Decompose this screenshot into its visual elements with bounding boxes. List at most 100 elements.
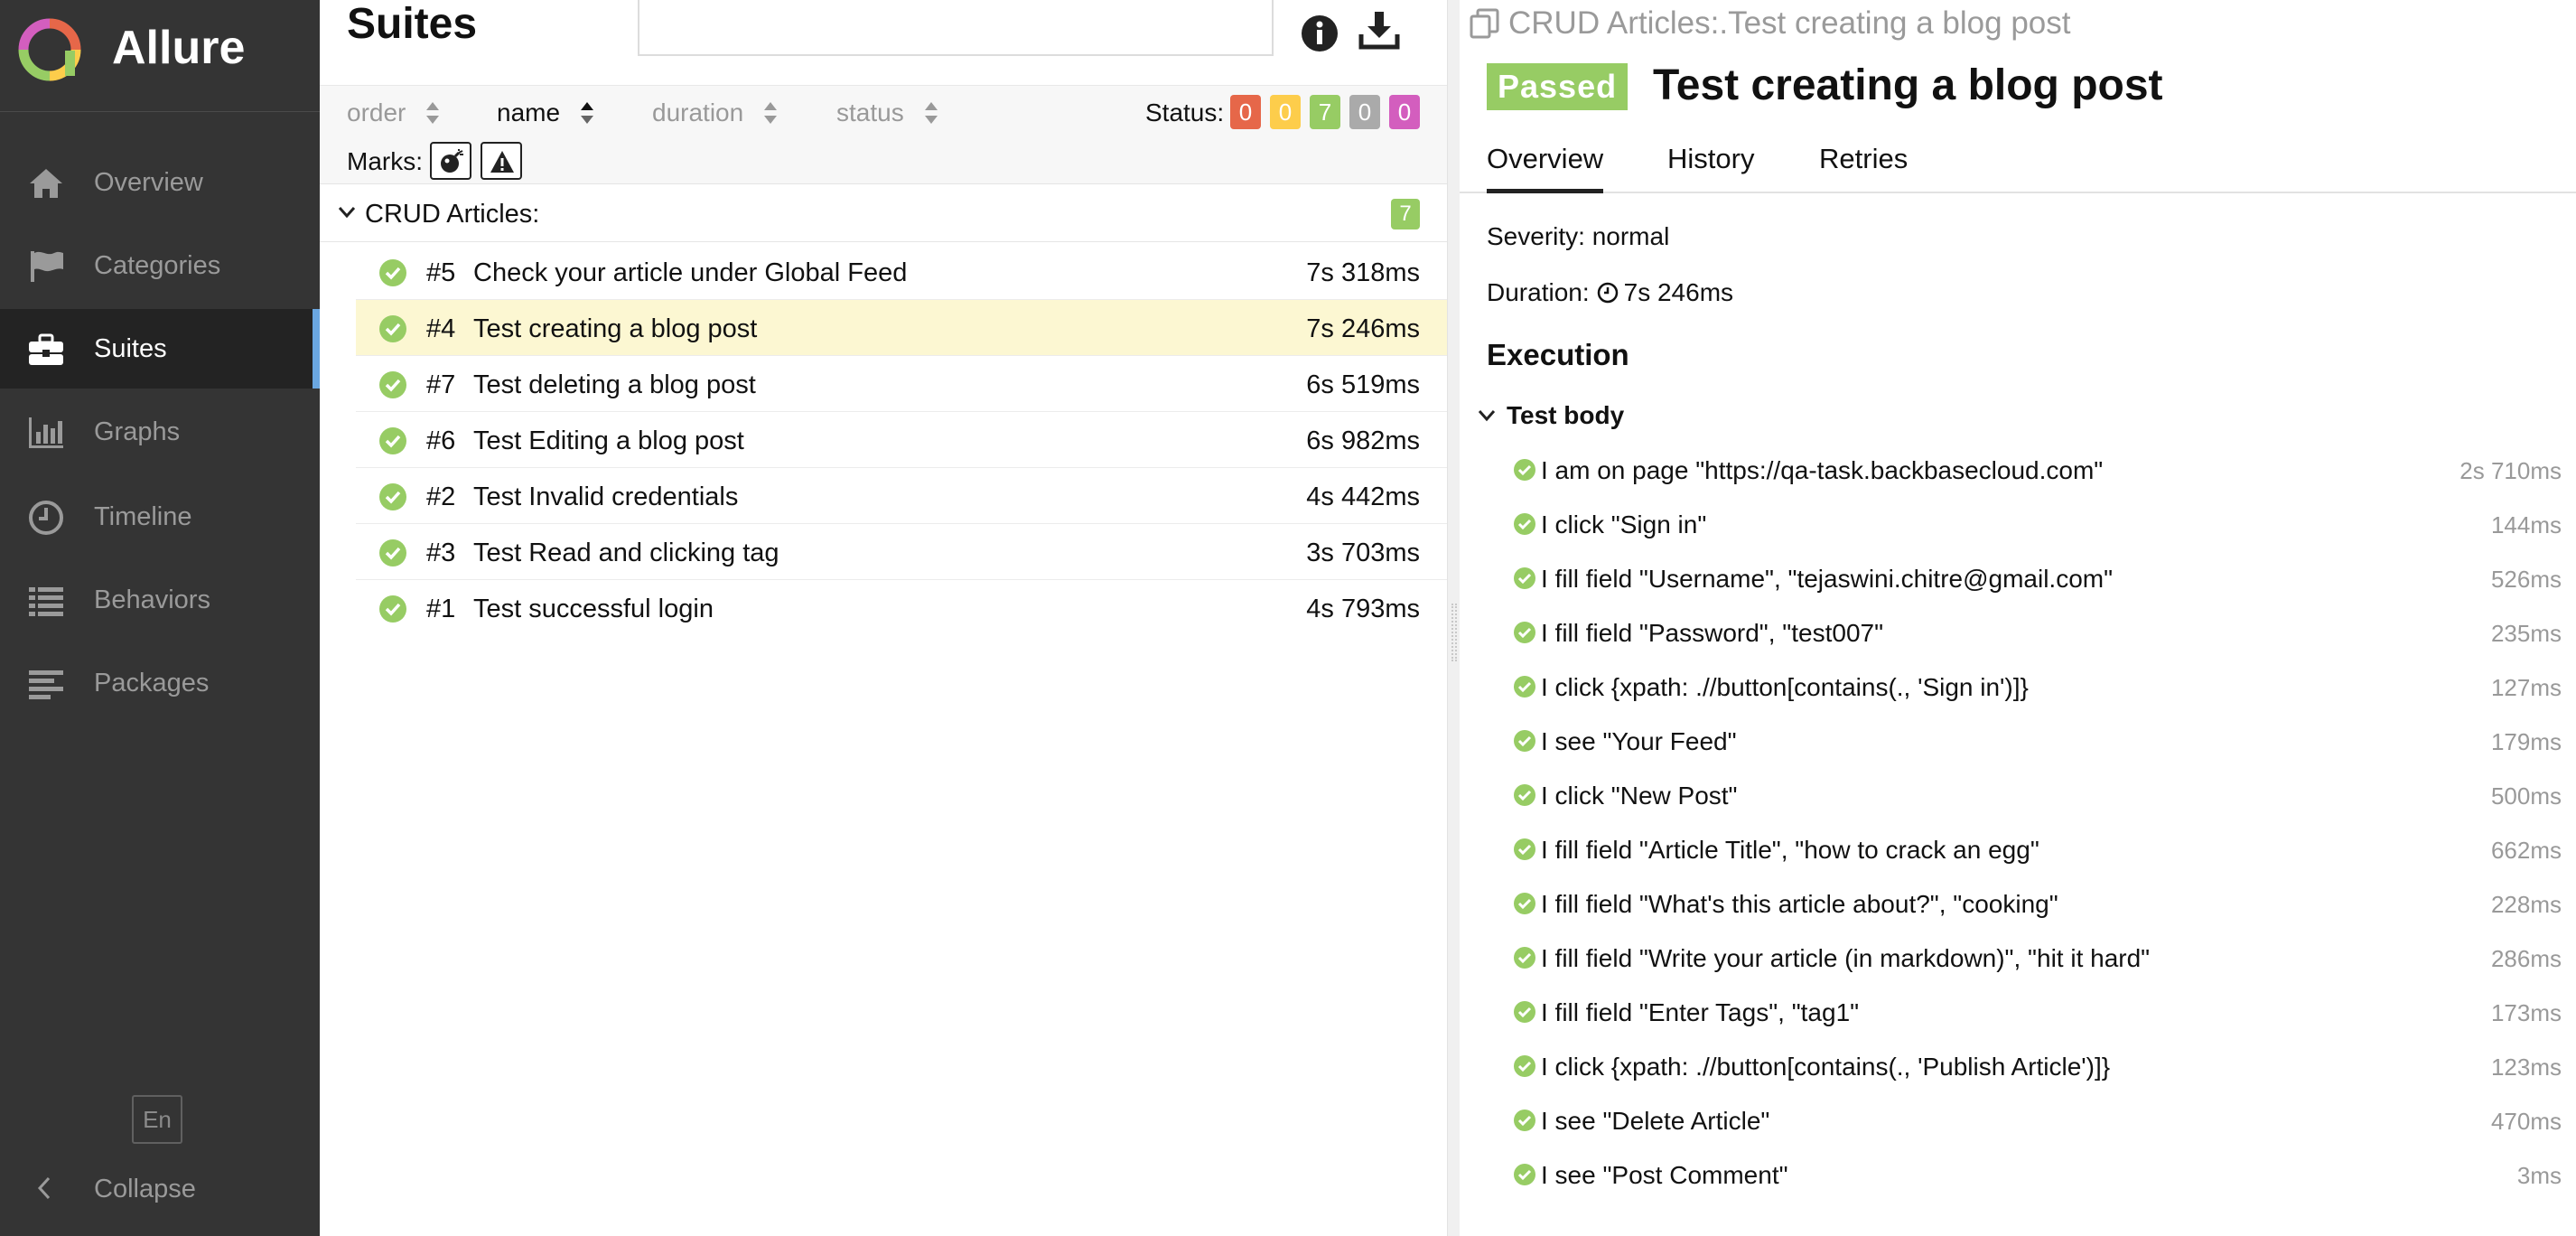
status-passed-toggle[interactable]: 7 bbox=[1310, 95, 1340, 129]
test-row[interactable]: #1 Test successful login 4s 793ms bbox=[356, 580, 1447, 636]
step-text: I click {xpath: .//button[contains(., 'S… bbox=[1541, 673, 2029, 701]
test-row-duration: 7s 318ms bbox=[1306, 258, 1420, 287]
sort-duration-label: duration bbox=[652, 98, 744, 126]
sort-duration[interactable]: duration bbox=[652, 95, 778, 131]
tab-retries[interactable]: Retries bbox=[1819, 141, 1908, 193]
info-icon[interactable] bbox=[1299, 13, 1340, 54]
home-icon bbox=[30, 169, 62, 198]
test-row-number: #5 bbox=[426, 258, 456, 287]
sort-icon bbox=[924, 102, 938, 124]
test-row[interactable]: #5 Check your article under Global Feed … bbox=[356, 244, 1447, 300]
download-icon[interactable] bbox=[1358, 9, 1400, 51]
step-row[interactable]: I see "Post Comment" 3ms bbox=[1514, 1149, 2562, 1203]
warning-icon bbox=[490, 151, 514, 173]
test-body-toggle[interactable]: Test body bbox=[1478, 399, 1624, 432]
new-failed-mark-toggle[interactable] bbox=[481, 142, 522, 180]
sidebar-item-label: Categories bbox=[94, 251, 221, 280]
sidebar-item-overview[interactable]: Overview bbox=[0, 143, 320, 222]
sidebar-item-label: Overview bbox=[94, 168, 203, 197]
step-row[interactable]: I click "New Post" 500ms bbox=[1514, 770, 2562, 824]
step-row[interactable]: I fill field "Enter Tags", "tag1" 173ms bbox=[1514, 987, 2562, 1041]
step-row[interactable]: I fill field "Username", "tejaswini.chit… bbox=[1514, 553, 2562, 607]
step-row[interactable]: I am on page "https://qa-task.backbasecl… bbox=[1514, 445, 2562, 499]
tab-overview[interactable]: Overview bbox=[1487, 141, 1604, 193]
step-row[interactable]: I see "Your Feed" 179ms bbox=[1514, 716, 2562, 770]
sidebar-item-timeline[interactable]: Timeline bbox=[0, 477, 320, 557]
sidebar-item-categories[interactable]: Categories bbox=[0, 226, 320, 305]
sidebar-item-label: Behaviors bbox=[94, 585, 210, 614]
language-switcher[interactable]: En bbox=[132, 1095, 182, 1144]
test-row-selected[interactable]: #4 Test creating a blog post 7s 246ms bbox=[356, 300, 1447, 356]
duration-label: Duration: bbox=[1487, 278, 1590, 306]
collapse-label: Collapse bbox=[94, 1175, 196, 1203]
execution-heading: Execution bbox=[1487, 338, 1629, 371]
check-circle-icon bbox=[379, 595, 406, 623]
sidebar: Allure Overview Categories Suites Graphs… bbox=[0, 0, 320, 1236]
sidebar-item-label: Timeline bbox=[94, 502, 192, 531]
step-row[interactable]: I fill field "What's this article about?… bbox=[1514, 878, 2562, 932]
step-duration: 179ms bbox=[2490, 728, 2562, 755]
duration-value: 7s 246ms bbox=[1623, 278, 1734, 306]
status-broken-toggle[interactable]: 0 bbox=[1270, 95, 1301, 129]
page-title: Suites bbox=[347, 0, 478, 48]
sidebar-item-packages[interactable]: Packages bbox=[0, 643, 320, 723]
sort-order-label: order bbox=[347, 98, 406, 126]
test-row[interactable]: #6 Test Editing a blog post 6s 982ms bbox=[356, 412, 1447, 468]
test-row-duration: 6s 982ms bbox=[1306, 426, 1420, 455]
search-input[interactable] bbox=[638, 0, 1274, 56]
status-failed-toggle[interactable]: 0 bbox=[1230, 95, 1261, 129]
check-circle-icon bbox=[379, 427, 406, 454]
detail-tabs: Overview History Retries bbox=[1460, 134, 2576, 193]
sort-icon bbox=[764, 102, 778, 124]
test-row[interactable]: #2 Test Invalid credentials 4s 442ms bbox=[356, 468, 1447, 524]
test-row[interactable]: #7 Test deleting a blog post 6s 519ms bbox=[356, 356, 1447, 412]
step-duration: 2s 710ms bbox=[2459, 457, 2562, 484]
test-row[interactable]: #3 Test Read and clicking tag 3s 703ms bbox=[356, 524, 1447, 580]
test-row-name: Test successful login bbox=[473, 595, 714, 623]
suite-group-name: CRUD Articles: bbox=[365, 200, 540, 229]
step-duration: 500ms bbox=[2490, 782, 2562, 810]
status-skipped-toggle[interactable]: 0 bbox=[1349, 95, 1380, 129]
step-row[interactable]: I see "Delete Article" 470ms bbox=[1514, 1095, 2562, 1149]
step-text: I fill field "What's this article about?… bbox=[1541, 890, 2058, 918]
step-duration: 228ms bbox=[2490, 891, 2562, 918]
pane-splitter[interactable] bbox=[1447, 0, 1460, 1236]
check-circle-icon bbox=[1514, 1001, 1535, 1023]
step-text: I fill field "Write your article (in mar… bbox=[1541, 944, 2151, 972]
check-circle-icon bbox=[379, 539, 406, 566]
flaky-mark-toggle[interactable] bbox=[430, 142, 471, 180]
duration-row: Duration: 7s 246ms bbox=[1487, 276, 1733, 309]
chevron-down-icon bbox=[338, 207, 356, 219]
step-row[interactable]: I click {xpath: .//button[contains(., 'P… bbox=[1514, 1041, 2562, 1095]
check-circle-icon bbox=[1514, 1055, 1535, 1077]
chevron-down-icon bbox=[1478, 410, 1496, 422]
step-text: I fill field "Article Title", "how to cr… bbox=[1541, 836, 2039, 864]
status-unknown-toggle[interactable]: 0 bbox=[1389, 95, 1420, 129]
step-text: I fill field "Username", "tejaswini.chit… bbox=[1541, 565, 2114, 593]
tab-history[interactable]: History bbox=[1667, 141, 1754, 193]
collapse-button[interactable]: Collapse bbox=[0, 1158, 320, 1218]
suite-group-row[interactable]: CRUD Articles: 7 bbox=[320, 186, 1447, 242]
sidebar-item-suites[interactable]: Suites bbox=[0, 309, 320, 389]
sort-status[interactable]: status bbox=[836, 95, 938, 131]
breadcrumb[interactable]: CRUD Articles:.Test creating a blog post bbox=[1469, 4, 2070, 43]
sort-name[interactable]: name bbox=[497, 95, 594, 131]
step-duration: 235ms bbox=[2490, 620, 2562, 647]
step-row[interactable]: I fill field "Password", "test007" 235ms bbox=[1514, 607, 2562, 661]
sort-order[interactable]: order bbox=[347, 95, 440, 131]
sidebar-item-behaviors[interactable]: Behaviors bbox=[0, 560, 320, 640]
test-row-name: Test Invalid credentials bbox=[473, 482, 739, 511]
sidebar-item-graphs[interactable]: Graphs bbox=[0, 392, 320, 472]
step-row[interactable]: I click "Sign in" 144ms bbox=[1514, 499, 2562, 553]
step-text: I fill field "Enter Tags", "tag1" bbox=[1541, 998, 1860, 1026]
step-row[interactable]: I fill field "Article Title", "how to cr… bbox=[1514, 824, 2562, 878]
step-text: I click {xpath: .//button[contains(., 'P… bbox=[1541, 1053, 2111, 1081]
step-row[interactable]: I click {xpath: .//button[contains(., 'S… bbox=[1514, 661, 2562, 716]
splitter-grip[interactable] bbox=[1451, 604, 1457, 661]
step-duration: 662ms bbox=[2490, 837, 2562, 864]
test-row-name: Test Editing a blog post bbox=[473, 426, 744, 455]
step-row[interactable]: I fill field "Write your article (in mar… bbox=[1514, 932, 2562, 987]
brand-header[interactable]: Allure bbox=[0, 0, 320, 112]
breadcrumb-text: CRUD Articles:.Test creating a blog post bbox=[1508, 5, 2071, 41]
test-row-name: Check your article under Global Feed bbox=[473, 258, 908, 287]
